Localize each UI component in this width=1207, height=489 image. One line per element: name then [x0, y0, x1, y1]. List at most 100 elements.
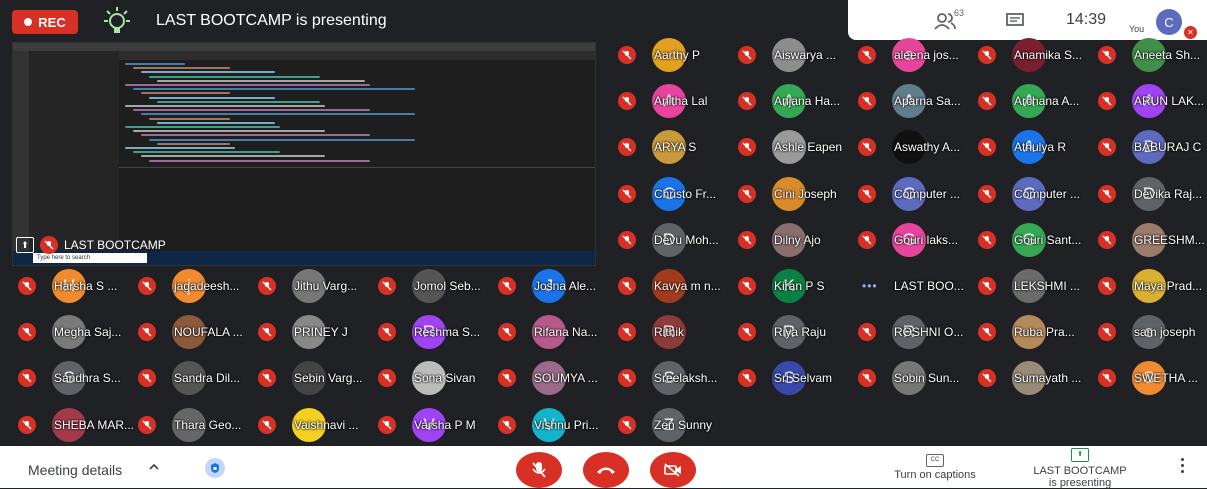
participant-tile[interactable]: SOUMYA ...: [498, 361, 616, 396]
participant-tile[interactable]: D Devika Raj...: [1098, 176, 1207, 211]
participant-tile[interactable]: A Archana A...: [978, 84, 1096, 119]
mic-off-icon: [1098, 138, 1116, 157]
participant-tile[interactable]: Sumayath ...: [978, 361, 1096, 396]
participant-tile[interactable]: Aneeta Sh...: [1098, 38, 1207, 72]
participant-tile[interactable]: Ruba Pra...: [978, 315, 1096, 350]
mic-off-icon: [498, 415, 516, 434]
participant-tile[interactable]: B BABURAJ C: [1098, 130, 1207, 165]
mic-off-icon: [738, 138, 756, 157]
participant-tile[interactable]: A Athulya R: [978, 130, 1096, 165]
participant-tile[interactable]: LEKSHMI ...: [978, 269, 1096, 303]
chevron-up-icon[interactable]: [148, 461, 160, 473]
participant-tile[interactable]: Megha Saj...: [18, 315, 136, 350]
mic-toggle-button[interactable]: [516, 452, 562, 488]
participant-tile[interactable]: R ROSHNI O...: [858, 315, 976, 350]
participant-tile[interactable]: A ARUN LAK...: [1098, 84, 1207, 119]
participant-tile[interactable]: G Gouri Sant...: [978, 222, 1096, 257]
participant-name: Rifana Na...: [534, 325, 598, 340]
participant-tile[interactable]: NOUFALA ...: [138, 315, 256, 350]
participant-tile[interactable]: GREESHM...: [1098, 222, 1207, 257]
leave-call-button[interactable]: [583, 452, 629, 488]
participant-tile[interactable]: SHEBA MAR...: [18, 407, 136, 442]
more-options-icon[interactable]: [1176, 458, 1188, 476]
people-icon[interactable]: [934, 12, 956, 30]
participant-tile[interactable]: C Computer ...: [858, 176, 976, 211]
participant-tile[interactable]: ••• LAST BOO...: [858, 271, 976, 301]
participant-name: Gouri Sant...: [1014, 232, 1082, 247]
participant-tile[interactable]: Thara Geo...: [138, 407, 256, 442]
participant-tile[interactable]: K Kiran P S: [738, 269, 856, 303]
participant-tile[interactable]: ARYA S: [618, 130, 736, 165]
participant-tile[interactable]: a aleena jos...: [858, 38, 976, 72]
participant-name: Vaishnavi ...: [294, 417, 359, 432]
participant-tile[interactable]: C Christo Fr...: [618, 176, 736, 211]
participant-tile[interactable]: Kavya m n...: [618, 269, 736, 303]
code-line: [125, 84, 370, 86]
participant-tile[interactable]: Jomol Seb...: [378, 269, 496, 303]
participant-name: Aarthy P: [654, 48, 701, 62]
participant-tile[interactable]: PRINEY J: [258, 315, 376, 350]
participant-tile[interactable]: Z Zen Sunny: [618, 407, 736, 442]
speaking-dots-icon: •••: [862, 279, 878, 293]
mic-off-icon: [258, 323, 276, 342]
participant-tile[interactable]: V Varsha P M: [378, 407, 496, 442]
participant-tile[interactable]: Sebin Varg...: [258, 361, 376, 396]
participant-tile[interactable]: A Anitha Lal: [618, 84, 736, 119]
screen-share[interactable]: Type here to search: [12, 42, 596, 266]
participant-tile[interactable]: Cini Joseph: [738, 176, 856, 211]
participant-tile[interactable]: H Harsha S ...: [18, 269, 136, 303]
camera-toggle-button[interactable]: [650, 452, 696, 488]
captions-button[interactable]: CC Turn on captions: [884, 454, 986, 481]
meeting-details-button[interactable]: Meeting details: [28, 462, 122, 478]
participant-tile[interactable]: D Devu Moh...: [618, 222, 736, 257]
participant-tile[interactable]: Aarthy P: [618, 38, 736, 72]
participant-tile[interactable]: j jagadeesh...: [138, 269, 256, 303]
code-line: [125, 63, 185, 65]
participant-tile[interactable]: Anamika S...: [978, 38, 1096, 72]
presenting-status-button[interactable]: ⬆ LAST BOOTCAMP is presenting: [1020, 448, 1140, 489]
participant-tile[interactable]: A Anjana Ha...: [738, 84, 856, 119]
code-line: [141, 92, 230, 95]
participant-tile[interactable]: s sam joseph: [1098, 315, 1207, 350]
participant-tile[interactable]: Vaishnavi ...: [258, 407, 376, 442]
participant-tile[interactable]: Sobin Sun...: [858, 361, 976, 396]
participant-tile[interactable]: Aswathy A...: [858, 130, 976, 165]
self-avatar[interactable]: C: [1156, 9, 1182, 35]
participant-tile[interactable]: R Reshma S...: [378, 315, 496, 350]
participant-tile[interactable]: A Aparna Sa...: [858, 84, 976, 119]
participant-name: GREESHM...: [1134, 232, 1205, 247]
participant-tile[interactable]: Jithu Varg...: [258, 269, 376, 303]
participant-tile[interactable]: S SWETHA ...: [1098, 361, 1207, 396]
participant-tile[interactable]: S Sreelaksh...: [618, 361, 736, 396]
participant-tile[interactable]: Maya Prad...: [1098, 269, 1207, 303]
participant-tile[interactable]: Sandra Dil...: [138, 361, 256, 396]
participant-tile[interactable]: Aiswarya ...: [738, 38, 856, 72]
mic-off-icon: [738, 46, 756, 64]
participant-tile[interactable]: S Sri Selvam: [738, 361, 856, 396]
self-mic-off-icon: ✕: [1184, 26, 1197, 39]
code-line: [149, 96, 275, 99]
participant-tile[interactable]: Rifana Na...: [498, 315, 616, 350]
mic-off-icon: [978, 138, 996, 157]
mic-off-icon: [498, 277, 516, 295]
participant-tile[interactable]: S Sandhra S...: [18, 361, 136, 396]
participant-tile[interactable]: G Gouri laks...: [858, 222, 976, 257]
participant-tile[interactable]: J Josna Ale...: [498, 269, 616, 303]
chat-icon[interactable]: [1006, 13, 1024, 28]
participant-tile[interactable]: R Riya Raju: [738, 315, 856, 350]
participant-name: SOUMYA ...: [534, 371, 598, 386]
participant-tile[interactable]: C Computer ...: [978, 176, 1096, 211]
participant-name: Aparna Sa...: [894, 94, 961, 109]
mic-off-icon: [978, 46, 996, 64]
participant-tile[interactable]: V Vishnu Pri...: [498, 407, 616, 442]
participant-tile[interactable]: Sona Sivan: [378, 361, 496, 396]
pin-icon[interactable]: ⬆: [16, 237, 34, 253]
mic-off-icon: [1098, 92, 1116, 111]
code-line: [149, 75, 320, 78]
participant-tile[interactable]: R Rithik: [618, 315, 736, 350]
participant-tile[interactable]: Ashle Eapen: [738, 130, 856, 165]
code-line: [133, 67, 230, 70]
security-shield-icon[interactable]: [205, 458, 225, 478]
participant-tile[interactable]: Dilny Ajo: [738, 222, 856, 257]
code-line: [133, 88, 415, 91]
